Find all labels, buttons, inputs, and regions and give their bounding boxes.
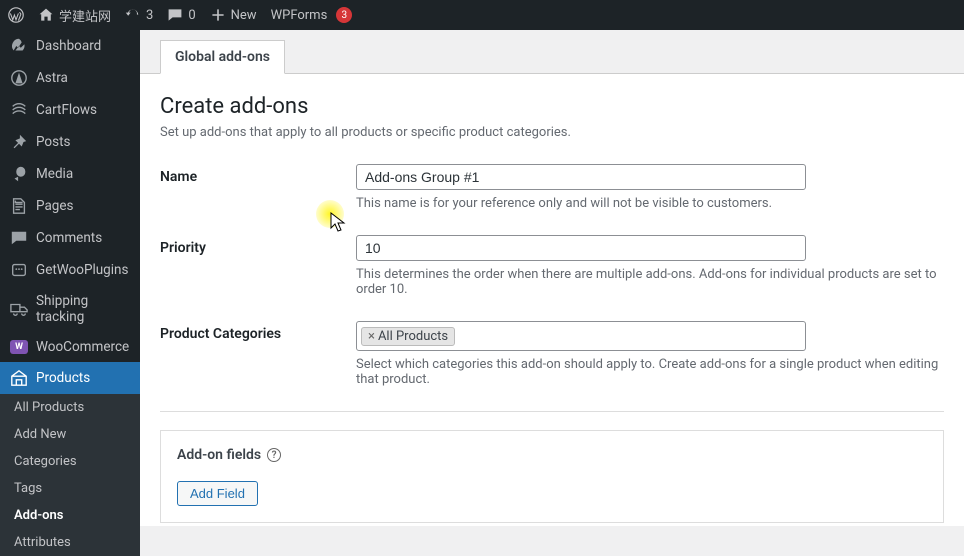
submenu-tags[interactable]: Tags: [0, 475, 140, 502]
sidebar-item-getwooplugins[interactable]: GetWooPlugins: [0, 254, 140, 286]
sidebar-label: Products: [36, 370, 90, 386]
getwoo-icon: [10, 261, 28, 279]
comments-count: 0: [188, 8, 195, 23]
tab-wrapper: Global add-ons: [140, 40, 964, 74]
sidebar-label: Shipping tracking: [36, 293, 130, 325]
sidebar-item-cartflows[interactable]: CartFlows: [0, 94, 140, 126]
woo-icon: W: [10, 340, 28, 354]
pin-icon: [10, 133, 28, 151]
sidebar-item-astra[interactable]: Astra: [0, 62, 140, 94]
media-icon: [10, 165, 28, 183]
dashboard-icon: [10, 37, 28, 55]
categories-select[interactable]: × All Products: [356, 321, 806, 351]
comment-icon: [167, 7, 183, 23]
sidebar-item-shipping[interactable]: Shipping tracking: [0, 286, 140, 332]
name-label: Name: [160, 164, 356, 185]
sidebar-label: GetWooPlugins: [36, 262, 128, 278]
products-icon: [10, 369, 28, 387]
comments-icon: [10, 229, 28, 247]
wpforms-link[interactable]: WPForms 3: [271, 7, 353, 23]
addon-fields-heading: Add-on fields: [177, 447, 261, 463]
categories-tag[interactable]: × All Products: [361, 327, 455, 346]
categories-desc: Select which categories this add-on shou…: [356, 357, 944, 387]
new-label: New: [231, 8, 257, 23]
cartflows-icon: [10, 101, 28, 119]
page-subtitle: Set up add-ons that apply to all product…: [160, 125, 944, 140]
content-area: Global add-ons Create add-ons Set up add…: [140, 30, 964, 526]
priority-label: Priority: [160, 235, 356, 256]
sidebar-item-media[interactable]: Media: [0, 158, 140, 190]
sidebar-item-dashboard[interactable]: Dashboard: [0, 30, 140, 62]
tag-label: All Products: [378, 329, 448, 344]
astra-icon: [10, 69, 28, 87]
sidebar-item-products[interactable]: Products: [0, 362, 140, 394]
admin-sidebar: Dashboard Astra CartFlows Posts Media Pa…: [0, 30, 140, 526]
wpforms-badge: 3: [336, 7, 352, 23]
updates-link[interactable]: 3: [125, 7, 153, 23]
sidebar-item-posts[interactable]: Posts: [0, 126, 140, 158]
page-title: Create add-ons: [160, 74, 944, 119]
categories-label: Product Categories: [160, 321, 356, 342]
new-link[interactable]: New: [210, 7, 257, 23]
sidebar-label: Dashboard: [36, 38, 101, 54]
admin-topbar: 学建站网 3 0 New WPForms 3: [0, 0, 964, 30]
plus-icon: [210, 7, 226, 23]
sidebar-label: Comments: [36, 230, 102, 246]
home-icon: [38, 7, 54, 23]
sidebar-item-woocommerce[interactable]: W WooCommerce: [0, 332, 140, 362]
sidebar-label: CartFlows: [36, 102, 97, 118]
sidebar-label: WooCommerce: [36, 339, 129, 355]
sidebar-item-pages[interactable]: Pages: [0, 190, 140, 222]
add-field-button[interactable]: Add Field: [177, 481, 258, 506]
submenu-add-ons[interactable]: Add-ons: [0, 502, 140, 529]
sidebar-item-comments[interactable]: Comments: [0, 222, 140, 254]
submenu-all-products[interactable]: All Products: [0, 394, 140, 421]
priority-desc: This determines the order when there are…: [356, 267, 944, 297]
tab-global-addons[interactable]: Global add-ons: [160, 40, 285, 74]
comments-link[interactable]: 0: [167, 7, 195, 23]
submenu-add-new[interactable]: Add New: [0, 421, 140, 448]
sidebar-label: Pages: [36, 198, 74, 214]
divider: [160, 411, 944, 412]
site-name: 学建站网: [59, 6, 111, 25]
pages-icon: [10, 197, 28, 215]
updates-icon: [125, 7, 141, 23]
sidebar-label: Media: [36, 166, 73, 182]
help-icon[interactable]: ?: [267, 448, 281, 462]
priority-input[interactable]: [356, 235, 806, 261]
name-input[interactable]: [356, 164, 806, 190]
updates-count: 3: [146, 8, 153, 23]
sidebar-label: Posts: [36, 134, 70, 150]
submenu-attributes[interactable]: Attributes: [0, 529, 140, 556]
truck-icon: [10, 300, 28, 318]
sidebar-label: Astra: [36, 70, 68, 86]
addon-fields-panel: Add-on fields ? Add Field: [160, 430, 944, 523]
wp-logo[interactable]: [8, 7, 24, 23]
wpforms-label: WPForms: [271, 8, 328, 23]
submenu-categories[interactable]: Categories: [0, 448, 140, 475]
site-name-link[interactable]: 学建站网: [38, 6, 111, 25]
remove-tag-icon[interactable]: ×: [368, 329, 375, 344]
name-desc: This name is for your reference only and…: [356, 196, 944, 211]
